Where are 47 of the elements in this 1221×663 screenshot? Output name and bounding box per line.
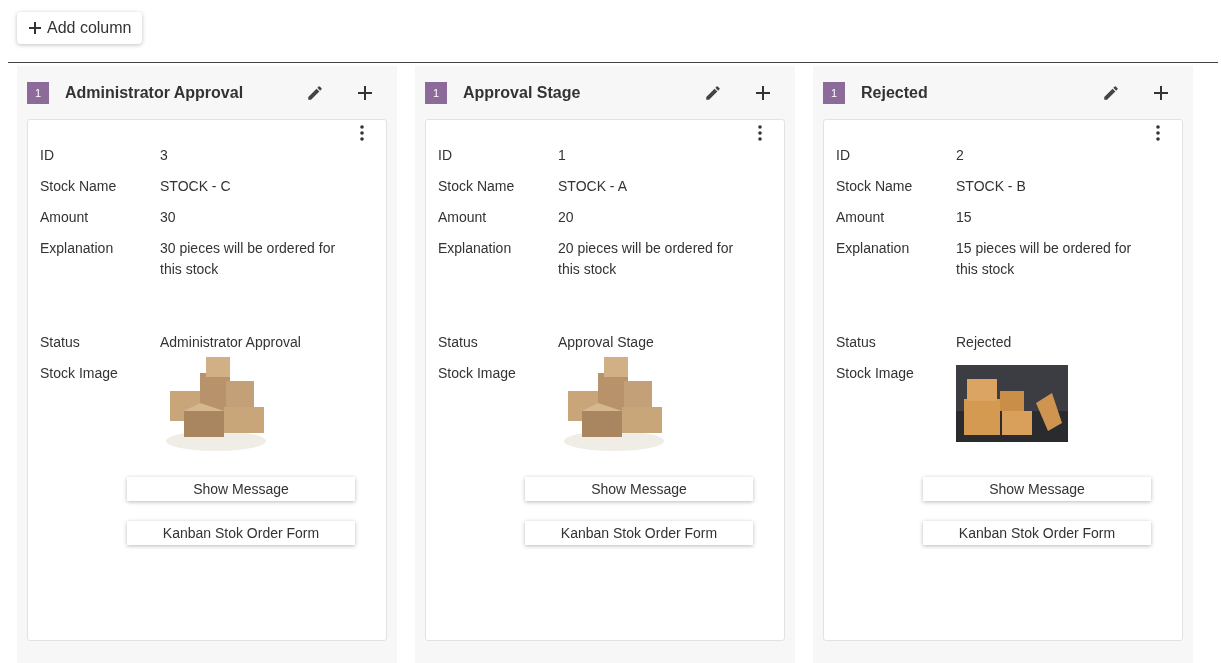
- field-label: Stock Image: [836, 364, 915, 383]
- field-label: Stock Name: [40, 177, 118, 196]
- field-value: 15: [956, 208, 973, 227]
- field-label: Amount: [438, 208, 488, 227]
- field-label: Explanation: [40, 239, 115, 258]
- count-badge: 1: [425, 81, 447, 104]
- field-label: Status: [40, 333, 81, 352]
- field-label: Stock Name: [438, 177, 516, 196]
- field-label: Status: [438, 333, 479, 352]
- count-badge: 1: [823, 81, 845, 104]
- field-value: 1: [558, 146, 567, 165]
- field-value: STOCK - B: [956, 177, 1027, 196]
- field-value: 20: [558, 208, 575, 227]
- field-value: STOCK - A: [558, 177, 628, 196]
- field-value: 30: [160, 208, 177, 227]
- action-button[interactable]: Show Message: [525, 477, 753, 501]
- field-label: Status: [836, 333, 877, 352]
- field-label: Amount: [836, 208, 886, 227]
- field-value: Administrator Approval: [160, 333, 302, 352]
- action-button[interactable]: Show Message: [923, 477, 1151, 501]
- column-title: Rejected: [861, 83, 929, 102]
- column-title: Approval Stage: [463, 83, 582, 102]
- action-button[interactable]: Kanban Stok Order Form: [525, 521, 753, 545]
- field-label: ID: [836, 146, 851, 165]
- field-value: Approval Stage: [558, 333, 655, 352]
- add-column-button[interactable]: Add column: [17, 12, 142, 44]
- field-value: 2: [956, 146, 965, 165]
- field-value: Rejected: [956, 333, 1013, 352]
- field-value: 15 pieces will be ordered for this stock: [956, 239, 1133, 279]
- action-button[interactable]: Show Message: [127, 477, 355, 501]
- field-label: Stock Image: [40, 364, 119, 383]
- field-value: STOCK - C: [160, 177, 232, 196]
- field-label: Amount: [40, 208, 90, 227]
- field-value: 30 pieces will be ordered for this stock: [160, 239, 337, 279]
- plus-icon: [29, 22, 41, 34]
- field-label: ID: [40, 146, 55, 165]
- field-label: Stock Name: [836, 177, 914, 196]
- field-value: 3: [160, 146, 169, 165]
- action-button[interactable]: Kanban Stok Order Form: [127, 521, 355, 545]
- field-label: Stock Image: [438, 364, 517, 383]
- field-label: ID: [438, 146, 453, 165]
- count-badge: 1: [27, 81, 49, 104]
- field-value: 20 pieces will be ordered for this stock: [558, 239, 735, 279]
- action-button[interactable]: Kanban Stok Order Form: [923, 521, 1151, 545]
- field-label: Explanation: [836, 239, 911, 258]
- field-label: Explanation: [438, 239, 513, 258]
- column-title: Administrator Approval: [65, 83, 245, 102]
